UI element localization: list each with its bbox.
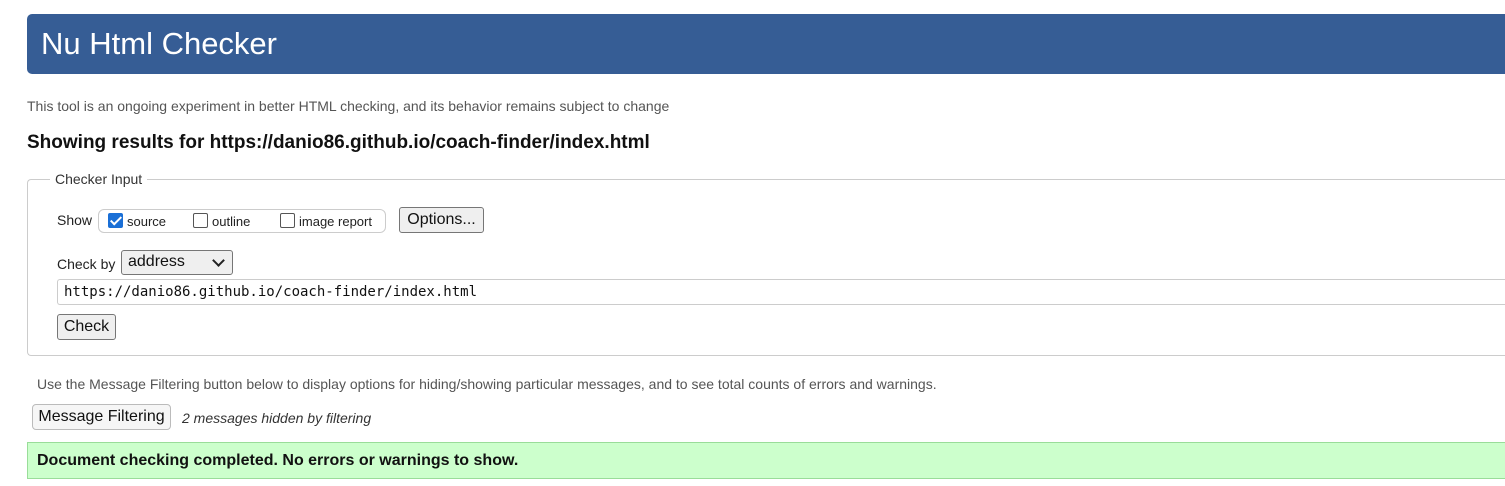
page-title: Nu Html Checker [41,26,277,61]
check-by-selected-value: address [128,253,185,270]
chevron-down-icon [212,254,225,267]
success-message: Document checking completed. No errors o… [37,452,519,469]
outline-checkbox[interactable] [193,213,208,228]
results-heading: Showing results for https://danio86.gith… [27,132,650,153]
page: Nu Html Checker This tool is an ongoing … [0,0,1505,486]
show-options-group: source outline image report [98,209,386,233]
check-button[interactable]: Check [57,314,116,340]
checker-input-legend: Checker Input [50,171,148,187]
success-message-box: Document checking completed. No errors o… [27,442,1505,479]
checker-input-fieldset: Checker Input Show source outline image … [27,171,1505,356]
source-checkbox[interactable] [108,213,123,228]
message-filtering-button[interactable]: Message Filtering [32,404,171,430]
hidden-messages-count: 2 messages hidden by filtering [182,410,372,426]
header-bar: Nu Html Checker [27,14,1505,74]
image-report-checkbox[interactable] [280,213,295,228]
image-report-checkbox-label[interactable]: image report [299,214,372,229]
source-checkbox-label[interactable]: source [127,214,166,229]
check-by-select[interactable]: address [121,250,233,275]
options-button[interactable]: Options... [399,207,484,233]
outline-checkbox-label[interactable]: outline [212,214,250,229]
check-by-label: Check by [57,256,116,272]
url-input[interactable]: https://danio86.github.io/coach-finder/i… [57,279,1505,305]
message-filtering-info: Use the Message Filtering button below t… [37,376,937,392]
show-label: Show [57,212,93,228]
intro-text: This tool is an ongoing experiment in be… [27,98,670,114]
